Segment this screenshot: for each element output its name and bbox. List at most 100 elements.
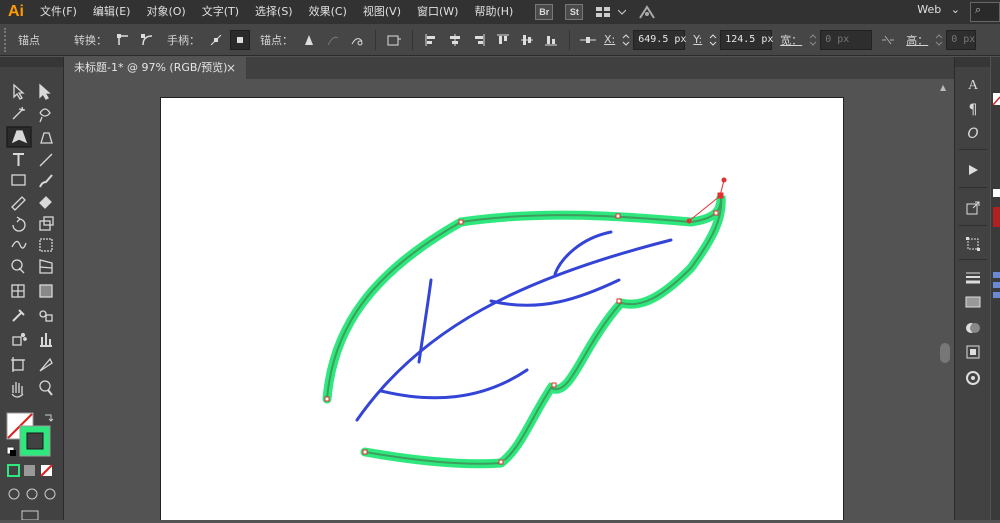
menu-help[interactable]: 帮助(H) [466, 0, 521, 24]
height-input[interactable]: 0 px [946, 29, 977, 50]
direction-handle[interactable] [721, 177, 727, 183]
app-logo: Ai [8, 3, 24, 20]
tools-panel [0, 57, 64, 520]
document-tab[interactable]: 未标题-1* @ 97% (RGB/预览) × [64, 57, 246, 79]
convert-smooth-icon[interactable] [137, 30, 157, 50]
panel-grip[interactable] [4, 27, 10, 52]
search-field[interactable]: ⌕ [970, 2, 1000, 22]
menu-select[interactable]: 选择(S) [247, 0, 301, 24]
menu-edit[interactable]: 编辑(E) [85, 0, 139, 24]
link-proportions-icon[interactable] [878, 30, 898, 50]
document-tab-bar: 未标题-1* @ 97% (RGB/预览) × [64, 57, 956, 79]
direction-handle[interactable] [686, 218, 692, 224]
anchor-point[interactable] [615, 213, 621, 219]
divider [959, 259, 987, 260]
x-input[interactable]: 649.5 px [633, 29, 686, 50]
leaf-midrib[interactable] [355, 238, 673, 422]
panel-swatch-icons [992, 93, 1000, 298]
paragraph-panel-icon[interactable]: ¶ [961, 99, 985, 121]
divider [959, 187, 987, 188]
align-center-icon[interactable] [445, 30, 465, 50]
stepper-icon[interactable] [934, 30, 944, 50]
leaf-outline-upper-core [326, 195, 723, 464]
stroke-panel-icon[interactable] [961, 267, 985, 289]
width-label: 宽： [780, 33, 803, 47]
convert-label: 转换： [74, 33, 107, 47]
isolate-object-icon[interactable] [384, 30, 404, 50]
panel-header[interactable] [0, 57, 63, 67]
divider [412, 29, 413, 50]
anchor-point[interactable] [458, 219, 464, 225]
opentype-panel-icon[interactable]: O [961, 123, 985, 145]
panel-dock: A ¶ O [954, 57, 990, 520]
remove-anchor-icon[interactable] [299, 30, 319, 50]
character-panel-icon[interactable]: A [961, 75, 985, 97]
menu-window[interactable]: 窗口(W) [409, 0, 466, 24]
anchor-point[interactable] [362, 449, 368, 455]
anchor-point[interactable] [713, 210, 719, 216]
workspace-label: Web [917, 3, 942, 16]
control-bar: 锚点 转换： 手柄： 锚点： X: 649.5 px Y: 124.5 px 宽… [0, 24, 1000, 56]
menu-file[interactable]: 文件(F) [32, 0, 85, 24]
divider [375, 29, 376, 50]
arrange-documents-icon[interactable] [593, 2, 613, 22]
vertical-scrollbar[interactable]: ▲ [937, 79, 953, 520]
width-input[interactable]: 0 px [820, 29, 873, 50]
leaf-outline-upper[interactable] [322, 195, 726, 468]
hide-handles-icon[interactable] [230, 29, 250, 50]
artboard[interactable] [160, 97, 844, 520]
anchor-point[interactable] [616, 298, 622, 304]
stepper-icon[interactable] [708, 30, 718, 50]
scroll-up-icon[interactable]: ▲ [940, 83, 946, 92]
stepper-icon[interactable] [808, 30, 818, 50]
appearance-panel-icon[interactable] [961, 341, 985, 363]
menu-type[interactable]: 文字(T) [194, 0, 247, 24]
align-bottom-icon[interactable] [541, 30, 561, 50]
export-icon[interactable] [961, 197, 985, 219]
align-right-icon[interactable] [469, 30, 489, 50]
close-icon[interactable]: × [226, 57, 236, 79]
chevron-down-icon[interactable] [617, 2, 627, 22]
anchor-point[interactable] [324, 396, 330, 402]
stepper-icon[interactable] [621, 30, 631, 50]
leaf-vein-3[interactable] [489, 278, 621, 307]
leaf-vein-1[interactable] [417, 278, 433, 364]
stock-button[interactable]: St [565, 4, 584, 20]
anchors-label: 锚点： [260, 33, 293, 47]
convert-corner-icon[interactable] [113, 30, 133, 50]
panel-dock-secondary [991, 57, 1000, 520]
leaf-vein-4[interactable] [553, 230, 613, 276]
show-handles-icon[interactable] [206, 30, 226, 50]
anchor-point[interactable] [551, 382, 557, 388]
panel-header[interactable] [955, 57, 990, 67]
leaf-vein-2[interactable] [379, 368, 529, 400]
transform-panel-icon[interactable] [961, 233, 985, 255]
align-top-icon[interactable] [493, 30, 513, 50]
actions-play-icon[interactable] [961, 159, 985, 181]
divider [959, 149, 987, 150]
selection-tool-icon[interactable] [6, 79, 30, 101]
search-icon: ⌕ [975, 3, 982, 16]
anchor-point[interactable] [498, 459, 504, 465]
align-left-icon[interactable] [421, 30, 441, 50]
reference-point-icon[interactable] [578, 30, 598, 50]
graphic-styles-icon[interactable] [961, 367, 985, 389]
document-tab-title: 未标题-1* @ 97% (RGB/预览) [74, 61, 228, 74]
divider [959, 225, 987, 226]
canvas-area[interactable] [64, 79, 940, 520]
y-input[interactable]: 124.5 px [720, 29, 773, 50]
bridge-button[interactable]: Br [535, 4, 554, 20]
menu-effect[interactable]: 效果(C) [301, 0, 355, 24]
align-middle-icon[interactable] [517, 30, 537, 50]
cut-path-icon[interactable] [347, 30, 367, 50]
menu-view[interactable]: 视图(V) [355, 0, 409, 24]
workspace-switcher[interactable]: Web ⌄ [917, 3, 960, 16]
divider [569, 29, 570, 50]
gradient-panel-icon[interactable] [961, 291, 985, 313]
gpu-performance-icon[interactable] [637, 2, 657, 22]
connect-anchors-icon[interactable] [323, 30, 343, 50]
transparency-panel-icon[interactable] [961, 317, 985, 339]
scrollbar-thumb[interactable] [940, 343, 950, 363]
height-label: 高： [906, 33, 929, 47]
menu-object[interactable]: 对象(O) [138, 0, 193, 24]
